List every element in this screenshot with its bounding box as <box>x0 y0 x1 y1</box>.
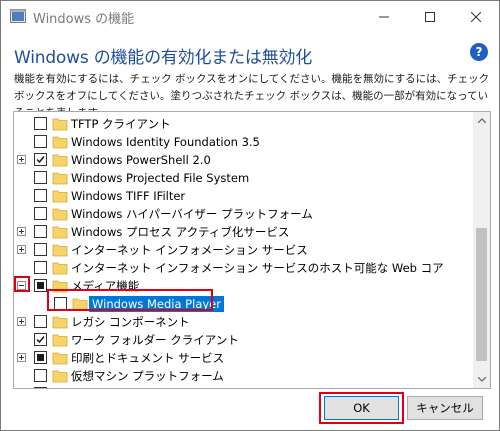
chevron-down-icon <box>477 377 486 382</box>
feature-label: Windows Projected File System <box>71 171 250 185</box>
folder-icon <box>52 262 68 275</box>
folder-icon <box>52 244 68 257</box>
feature-row[interactable]: Windows Identity Foundation 3.5 <box>14 133 469 151</box>
feature-checkbox[interactable] <box>34 333 47 346</box>
folder-icon <box>52 154 68 167</box>
feature-checkbox[interactable] <box>34 117 47 130</box>
feature-checkbox[interactable] <box>34 387 47 388</box>
feature-label: 印刷とドキュメント サービス <box>71 351 225 365</box>
feature-row[interactable]: インターネット インフォメーション サービスのホスト可能な Web コア <box>14 259 469 277</box>
collapse-icon[interactable] <box>17 281 26 290</box>
feature-label: ワーク フォルダー クライアント <box>71 333 239 347</box>
feature-checkbox[interactable] <box>34 207 47 220</box>
feature-label: メディア機能 <box>71 279 140 293</box>
cancel-button[interactable]: キャンセル <box>407 396 483 420</box>
maximize-icon <box>425 11 435 22</box>
checkmark-icon <box>36 336 45 344</box>
folder-icon <box>72 298 88 311</box>
feature-checkbox[interactable] <box>34 135 47 148</box>
feature-row[interactable]: Windows PowerShell 2.0 <box>14 151 469 169</box>
windows-features-dialog: Windows の機能 Windows の機能の有効化または無効化 ? 機能を有… <box>0 0 500 431</box>
feature-row[interactable]: Windows Projected File System <box>14 169 469 187</box>
expand-icon[interactable] <box>17 227 26 236</box>
folder-icon <box>52 226 68 239</box>
scrollbar-thumb[interactable] <box>476 228 487 361</box>
feature-checkbox[interactable] <box>34 279 47 292</box>
maximize-button[interactable] <box>407 1 453 32</box>
feature-checkbox[interactable] <box>34 171 47 184</box>
folder-icon <box>52 352 68 365</box>
feature-checkbox[interactable] <box>54 297 67 310</box>
feature-row[interactable]: 仮想マシン プラットフォーム <box>14 367 469 385</box>
close-button[interactable] <box>453 1 499 32</box>
app-icon <box>10 9 26 23</box>
feature-label: TFTP クライアント <box>71 117 171 131</box>
scroll-up-arrow[interactable] <box>473 112 490 129</box>
folder-icon <box>52 370 68 383</box>
close-icon <box>471 11 481 22</box>
feature-checkbox[interactable] <box>34 261 47 274</box>
feature-checkbox[interactable] <box>34 315 47 328</box>
help-icon[interactable]: ? <box>470 43 488 61</box>
folder-icon <box>52 136 68 149</box>
folder-icon <box>52 118 68 131</box>
window-title: Windows の機能 <box>33 12 135 27</box>
folder-icon <box>52 386 68 389</box>
folder-icon <box>52 172 68 185</box>
chevron-up-icon <box>477 118 486 123</box>
feature-checkbox[interactable] <box>34 369 47 382</box>
feature-checkbox[interactable] <box>34 153 47 166</box>
expand-icon[interactable] <box>17 317 26 326</box>
feature-row[interactable]: Windows ハイパーバイザー プラットフォーム <box>14 205 469 223</box>
feature-label: レガシ コンポーネント <box>71 315 190 329</box>
feature-label: 簡易 TCP/IP サービス (echo、daytime など) <box>71 386 308 388</box>
title-bar[interactable]: Windows の機能 <box>1 1 499 32</box>
expand-icon[interactable] <box>17 245 26 254</box>
scroll-down-arrow[interactable] <box>473 371 490 388</box>
feature-checkbox[interactable] <box>34 243 47 256</box>
feature-row[interactable]: Windows Media Player <box>14 295 469 313</box>
ok-button[interactable]: OK <box>324 396 399 420</box>
feature-label: Windows ハイパーバイザー プラットフォーム <box>71 207 313 221</box>
feature-label: Windows Identity Foundation 3.5 <box>71 135 260 149</box>
expand-icon[interactable] <box>17 155 26 164</box>
folder-icon <box>52 316 68 329</box>
feature-label: インターネット インフォメーション サービスのホスト可能な Web コア <box>71 261 444 275</box>
vertical-scrollbar[interactable] <box>473 112 490 388</box>
feature-row[interactable]: インターネット インフォメーション サービス <box>14 241 469 259</box>
feature-checkbox[interactable] <box>34 189 47 202</box>
feature-row[interactable]: 印刷とドキュメント サービス <box>14 349 469 367</box>
feature-row[interactable]: Windows TIFF IFilter <box>14 187 469 205</box>
feature-checkbox[interactable] <box>34 351 47 364</box>
minimize-button[interactable] <box>361 1 407 32</box>
feature-label: Windows PowerShell 2.0 <box>71 153 211 167</box>
feature-row[interactable]: TFTP クライアント <box>14 115 469 133</box>
minimize-icon <box>379 16 389 17</box>
feature-label: 仮想マシン プラットフォーム <box>71 369 224 383</box>
folder-icon <box>52 334 68 347</box>
feature-label: インターネット インフォメーション サービス <box>71 243 308 257</box>
feature-row[interactable]: ワーク フォルダー クライアント <box>14 331 469 349</box>
feature-row[interactable]: 簡易 TCP/IP サービス (echo、daytime など) <box>14 385 469 389</box>
feature-row[interactable]: レガシ コンポーネント <box>14 313 469 331</box>
feature-row[interactable]: Windows プロセス アクティブ化サービス <box>14 223 469 241</box>
folder-icon <box>52 208 68 221</box>
feature-label: Windows TIFF IFilter <box>71 189 186 203</box>
feature-label: Windows プロセス アクティブ化サービス <box>71 225 290 239</box>
feature-row[interactable]: メディア機能 <box>14 277 469 295</box>
feature-label: Windows Media Player <box>89 296 224 312</box>
folder-icon <box>52 190 68 203</box>
partial-fill-icon <box>37 354 44 361</box>
page-title: Windows の機能の有効化または無効化 <box>14 48 313 68</box>
feature-checkbox[interactable] <box>34 225 47 238</box>
feature-tree[interactable]: 簡易 TCP/IP サービス (echo、daytime など) 仮想マシン プラ… <box>13 111 491 389</box>
folder-icon <box>52 280 68 293</box>
expand-icon[interactable] <box>17 353 26 362</box>
checkmark-icon <box>36 156 45 164</box>
partial-fill-icon <box>37 282 44 289</box>
